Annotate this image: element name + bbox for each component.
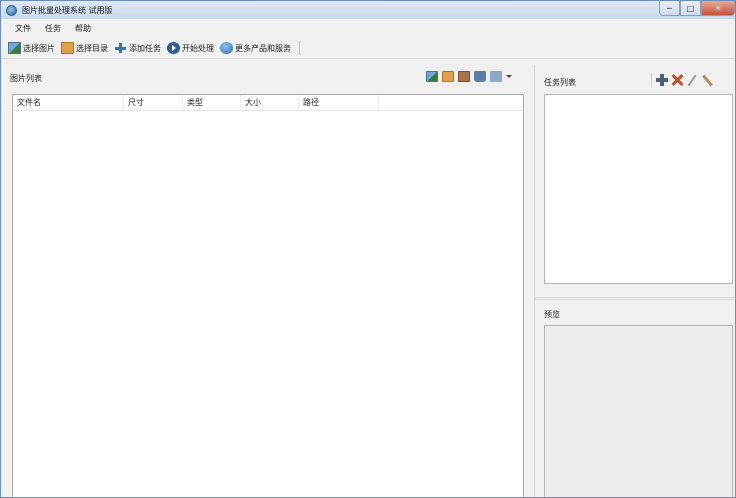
image-list-table[interactable]: 文件名 尺寸 类型 大小 路径: [12, 94, 524, 497]
menu-task[interactable]: 任务: [38, 23, 68, 34]
add-picture-icon[interactable]: [426, 71, 438, 82]
add-folder-icon[interactable]: [442, 71, 454, 82]
menu-file[interactable]: 文件: [8, 23, 38, 34]
add-task-button[interactable]: 添加任务: [114, 42, 161, 54]
column-header-type[interactable]: 类型: [183, 95, 241, 110]
app-window: 图片批量处理系统 试用版 ─ □ ✕ 文件 任务 帮助 选择图片 选择目录 添加…: [0, 0, 736, 498]
more-products-button[interactable]: 更多产品和服务: [220, 42, 291, 54]
image-list-label: 图片列表: [10, 74, 42, 83]
task-list-box[interactable]: [544, 94, 733, 284]
add-task-label: 添加任务: [129, 43, 161, 53]
globe-icon: [220, 42, 233, 54]
column-header-dimensions[interactable]: 尺寸: [124, 95, 183, 110]
select-directory-button[interactable]: 选择目录: [61, 42, 108, 54]
window-controls: ─ □ ✕: [659, 1, 735, 16]
edit-task-icon[interactable]: [686, 74, 698, 86]
start-processing-label: 开始处理: [182, 43, 214, 53]
column-header-size[interactable]: 大小: [241, 95, 299, 110]
image-list-panel: 图片列表 文件名 尺寸 类型 大小 路径: [8, 65, 528, 497]
toolbar: 选择图片 选择目录 添加任务 开始处理 更多产品和服务: [1, 38, 735, 59]
select-images-label: 选择图片: [23, 43, 55, 53]
image-list-toolbar: [422, 71, 512, 82]
preview-label: 预览: [544, 310, 560, 319]
remove-picture-icon[interactable]: [458, 71, 470, 82]
panel-splitter[interactable]: [535, 297, 735, 300]
menu-help[interactable]: 帮助: [68, 23, 98, 34]
close-button[interactable]: ✕: [701, 1, 735, 16]
picture-icon: [8, 42, 21, 54]
add-icon: [114, 42, 127, 54]
column-header-filename[interactable]: 文件名: [13, 95, 124, 110]
view-mode-icon[interactable]: [490, 71, 502, 82]
preview-box: [544, 325, 733, 497]
task-toolbar-separator: [651, 73, 652, 86]
title-bar: 图片批量处理系统 试用版 ─ □ ✕: [1, 1, 735, 19]
task-list-label: 任务列表: [544, 78, 576, 87]
chevron-down-icon[interactable]: [506, 75, 512, 78]
image-list-header: 文件名 尺寸 类型 大小 路径: [13, 95, 523, 111]
play-icon: [167, 42, 180, 54]
more-products-label: 更多产品和服务: [235, 43, 291, 53]
delete-task-icon[interactable]: [671, 74, 683, 86]
trash-icon[interactable]: [474, 71, 486, 82]
add-task-icon[interactable]: [656, 73, 668, 86]
select-images-button[interactable]: 选择图片: [8, 42, 55, 54]
minimize-button[interactable]: ─: [659, 1, 680, 16]
app-icon: [6, 4, 17, 16]
maximize-button[interactable]: □: [680, 1, 701, 16]
menu-bar: 文件 任务 帮助: [1, 20, 735, 37]
task-settings-icon[interactable]: [701, 74, 713, 86]
folder-icon: [61, 42, 74, 54]
toolbar-separator: [299, 41, 300, 55]
task-toolbar: [651, 73, 716, 86]
select-directory-label: 选择目录: [76, 43, 108, 53]
right-panel: 任务列表 预览: [534, 65, 735, 497]
start-processing-button[interactable]: 开始处理: [167, 42, 214, 54]
window-title: 图片批量处理系统 试用版: [22, 5, 113, 15]
column-header-path[interactable]: 路径: [299, 95, 379, 110]
